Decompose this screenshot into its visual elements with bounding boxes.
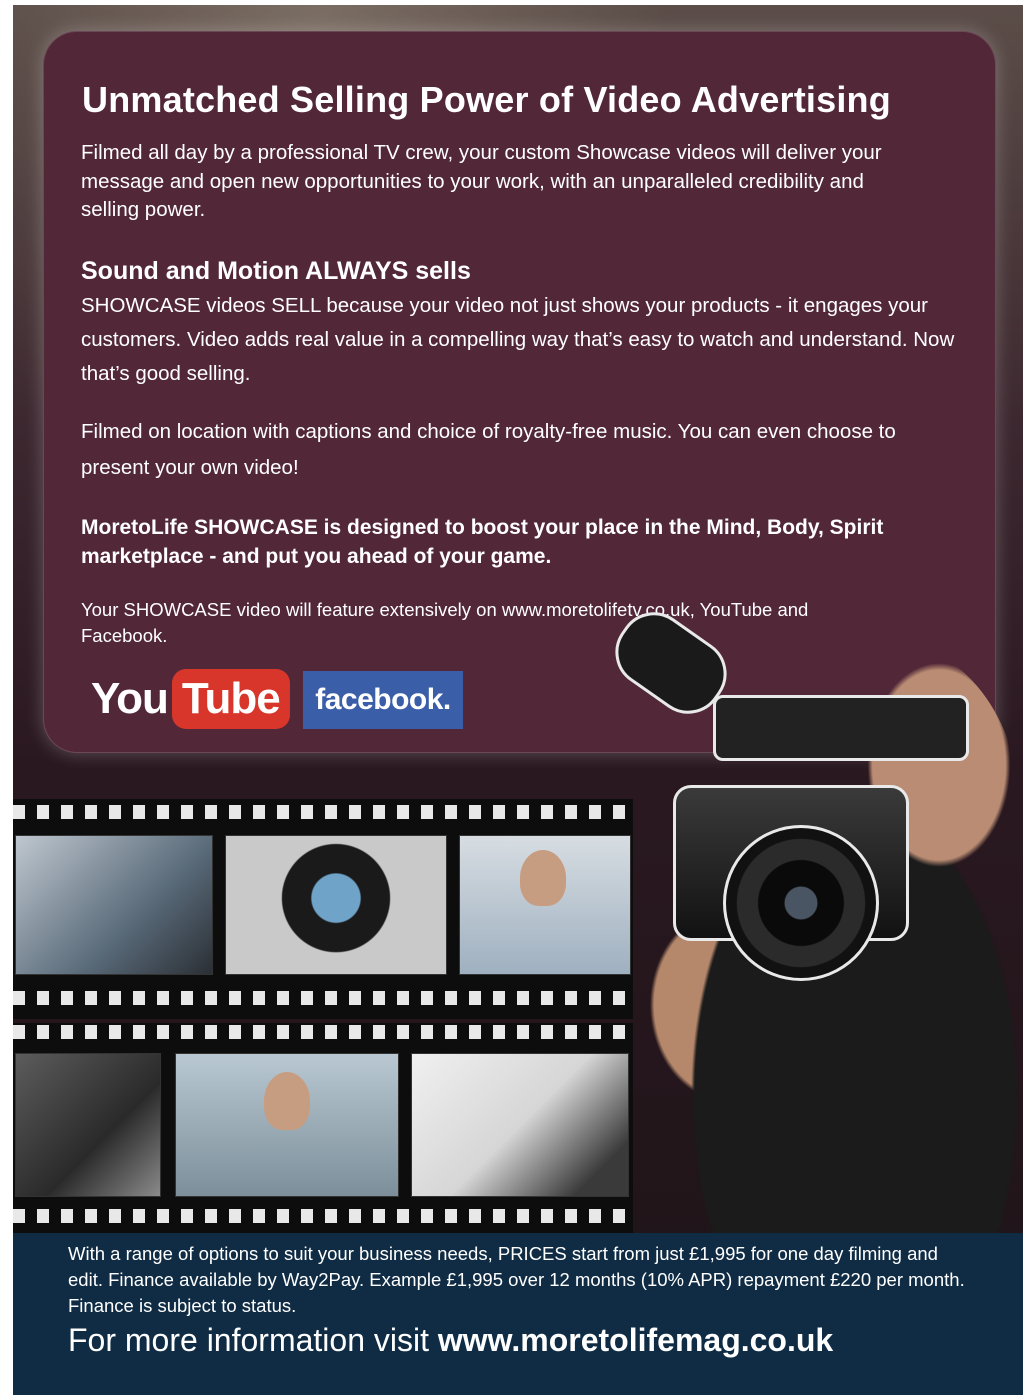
footer-pricing-text: With a range of options to suit your bus… (68, 1243, 965, 1316)
youtube-logo[interactable]: You Tube (91, 667, 290, 731)
film-strip-top (13, 799, 633, 1019)
body-paragraph-3: MoretoLife SHOWCASE is designed to boost… (81, 516, 884, 568)
page-title: Unmatched Selling Power of Video Adverti… (82, 79, 891, 120)
film-frame-monitor (225, 835, 447, 975)
film-frame-camera-crew (15, 835, 213, 975)
film-sprockets (13, 1025, 633, 1039)
body-paragraph-4: Your SHOWCASE video will feature extensi… (81, 599, 809, 646)
camera-handle (713, 695, 969, 761)
film-sprockets (13, 805, 633, 819)
film-sprockets (13, 991, 633, 1005)
presenter-face (264, 1072, 310, 1130)
film-sprockets (13, 1209, 633, 1223)
footer-cta: For more information visit www.moretolif… (68, 1322, 833, 1359)
subheading: Sound and Motion ALWAYS sells (81, 257, 471, 285)
youtube-logo-tube: Tube (171, 669, 290, 729)
website-link[interactable]: www.moretolifemag.co.uk (438, 1322, 833, 1358)
camera-lens-icon (723, 825, 879, 981)
film-frame-tv-studio (411, 1053, 629, 1197)
advert-page: Unmatched Selling Power of Video Adverti… (13, 5, 1023, 1395)
body-paragraph-2: Filmed on location with captions and cho… (81, 420, 896, 479)
facebook-logo[interactable]: facebook. (303, 671, 463, 729)
footer-cta-prefix: For more information visit (68, 1322, 438, 1358)
youtube-logo-you: You (91, 674, 169, 723)
film-frame-presenter-woman (175, 1053, 399, 1197)
presenter-face (520, 850, 566, 906)
film-strip-bottom (13, 1023, 633, 1233)
film-frame-studio-camera (15, 1053, 161, 1197)
intro-paragraph: Filmed all day by a professional TV crew… (81, 141, 882, 221)
body-paragraph-1: SHOWCASE videos SELL because your video … (81, 294, 955, 385)
